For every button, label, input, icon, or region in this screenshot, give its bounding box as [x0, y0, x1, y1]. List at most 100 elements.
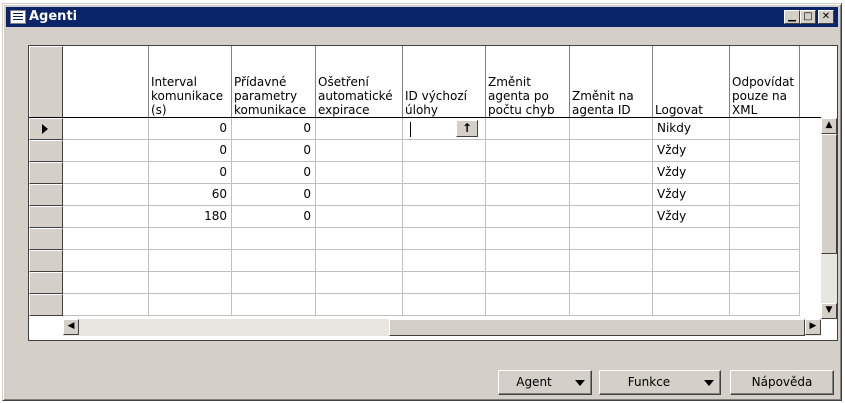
scroll-up-button[interactable]: ▲: [821, 118, 837, 134]
table-cell[interactable]: [316, 228, 403, 250]
table-cell[interactable]: [63, 272, 149, 294]
table-cell[interactable]: 0: [232, 140, 316, 162]
horizontal-scroll-thumb[interactable]: [389, 319, 805, 336]
table-cell[interactable]: 0: [232, 162, 316, 184]
row-selector[interactable]: [29, 118, 63, 140]
column-header[interactable]: ID výchozí úlohy: [403, 46, 486, 118]
table-cell[interactable]: 0: [149, 162, 232, 184]
table-cell[interactable]: 0: [149, 140, 232, 162]
minimize-button[interactable]: ▁: [784, 10, 800, 24]
table-cell[interactable]: [63, 184, 149, 206]
table-cell[interactable]: [570, 228, 653, 250]
scroll-right-button[interactable]: ▶: [805, 319, 821, 335]
table-cell[interactable]: [486, 228, 570, 250]
column-header[interactable]: Změnit agenta po počtu chyb: [486, 46, 570, 118]
table-cell[interactable]: [570, 118, 653, 140]
table-cell[interactable]: [570, 184, 653, 206]
table-cell[interactable]: Vždy: [653, 140, 730, 162]
row-selector[interactable]: [29, 250, 63, 272]
table-cell[interactable]: [403, 140, 486, 162]
table-cell[interactable]: [63, 140, 149, 162]
table-cell[interactable]: [149, 272, 232, 294]
row-selector[interactable]: [29, 162, 63, 184]
table-cell[interactable]: [63, 228, 149, 250]
table-cell[interactable]: [570, 162, 653, 184]
table-cell[interactable]: [653, 272, 730, 294]
table-cell[interactable]: [63, 294, 149, 316]
table-cell[interactable]: [403, 294, 486, 316]
table-cell[interactable]: 180: [149, 206, 232, 228]
table-cell[interactable]: [403, 206, 486, 228]
table-cell[interactable]: [730, 206, 800, 228]
column-header[interactable]: Ošetření automatické expirace: [316, 46, 403, 118]
column-header[interactable]: Přídavné parametry komunikace: [232, 46, 316, 118]
table-cell[interactable]: Vždy: [653, 184, 730, 206]
funkce-menu-button[interactable]: Funkce: [599, 370, 721, 395]
table-cell[interactable]: [316, 294, 403, 316]
table-cell[interactable]: 0: [149, 118, 232, 140]
table-cell[interactable]: [486, 184, 570, 206]
table-cell[interactable]: [486, 294, 570, 316]
table-cell[interactable]: [486, 140, 570, 162]
row-selector[interactable]: [29, 206, 63, 228]
table-cell[interactable]: [486, 250, 570, 272]
column-header[interactable]: Odpovídat pouze na XML: [730, 46, 800, 118]
column-header[interactable]: Interval komunikace (s): [149, 46, 232, 118]
table-cell[interactable]: [403, 250, 486, 272]
table-cell[interactable]: [63, 118, 149, 140]
table-cell[interactable]: [232, 228, 316, 250]
scroll-left-button[interactable]: ◀: [63, 319, 79, 335]
table-cell[interactable]: 0: [232, 206, 316, 228]
maximize-button[interactable]: □: [800, 10, 816, 24]
column-header[interactable]: Logovat: [653, 46, 730, 118]
table-cell[interactable]: 60: [149, 184, 232, 206]
table-cell[interactable]: [232, 272, 316, 294]
table-cell[interactable]: [232, 294, 316, 316]
table-cell[interactable]: [486, 162, 570, 184]
horizontal-scrollbar[interactable]: ◀ ▶: [63, 319, 821, 336]
table-cell[interactable]: [486, 272, 570, 294]
table-cell[interactable]: [486, 118, 570, 140]
table-cell[interactable]: [316, 272, 403, 294]
table-cell[interactable]: [403, 184, 486, 206]
table-cell[interactable]: [403, 162, 486, 184]
table-cell[interactable]: Nikdy: [653, 118, 730, 140]
row-selector[interactable]: [29, 228, 63, 250]
table-cell[interactable]: [653, 228, 730, 250]
row-selector[interactable]: [29, 294, 63, 316]
table-cell[interactable]: [653, 250, 730, 272]
table-cell[interactable]: [730, 118, 800, 140]
table-cell[interactable]: [730, 140, 800, 162]
table-cell[interactable]: [316, 250, 403, 272]
table-cell[interactable]: [730, 162, 800, 184]
table-cell[interactable]: 0: [232, 184, 316, 206]
table-cell[interactable]: Vždy: [653, 162, 730, 184]
table-cell[interactable]: [486, 206, 570, 228]
agent-menu-button[interactable]: Agent: [498, 370, 592, 395]
table-cell[interactable]: [730, 294, 800, 316]
table-cell[interactable]: Vždy: [653, 206, 730, 228]
vertical-scroll-thumb[interactable]: [821, 134, 837, 254]
table-cell[interactable]: [63, 250, 149, 272]
column-header[interactable]: [63, 46, 149, 118]
row-selector[interactable]: [29, 140, 63, 162]
row-selector[interactable]: [29, 272, 63, 294]
table-cell[interactable]: [730, 272, 800, 294]
table-cell[interactable]: [570, 206, 653, 228]
agents-table[interactable]: Interval komunikace (s) Přídavné parametr…: [28, 45, 838, 341]
table-cell[interactable]: [730, 228, 800, 250]
table-cell[interactable]: [570, 272, 653, 294]
table-cell[interactable]: [232, 250, 316, 272]
table-cell[interactable]: [149, 228, 232, 250]
table-cell[interactable]: [316, 162, 403, 184]
title-bar[interactable]: Agenti ▁ □ ✕: [6, 7, 838, 27]
help-button[interactable]: Nápověda: [730, 370, 834, 395]
table-cell[interactable]: [63, 162, 149, 184]
table-cell[interactable]: [403, 272, 486, 294]
table-cell[interactable]: [570, 294, 653, 316]
table-cell[interactable]: [403, 228, 486, 250]
scroll-down-button[interactable]: ▼: [821, 303, 837, 319]
table-cell[interactable]: [730, 184, 800, 206]
table-cell[interactable]: [653, 294, 730, 316]
table-cell[interactable]: [316, 184, 403, 206]
